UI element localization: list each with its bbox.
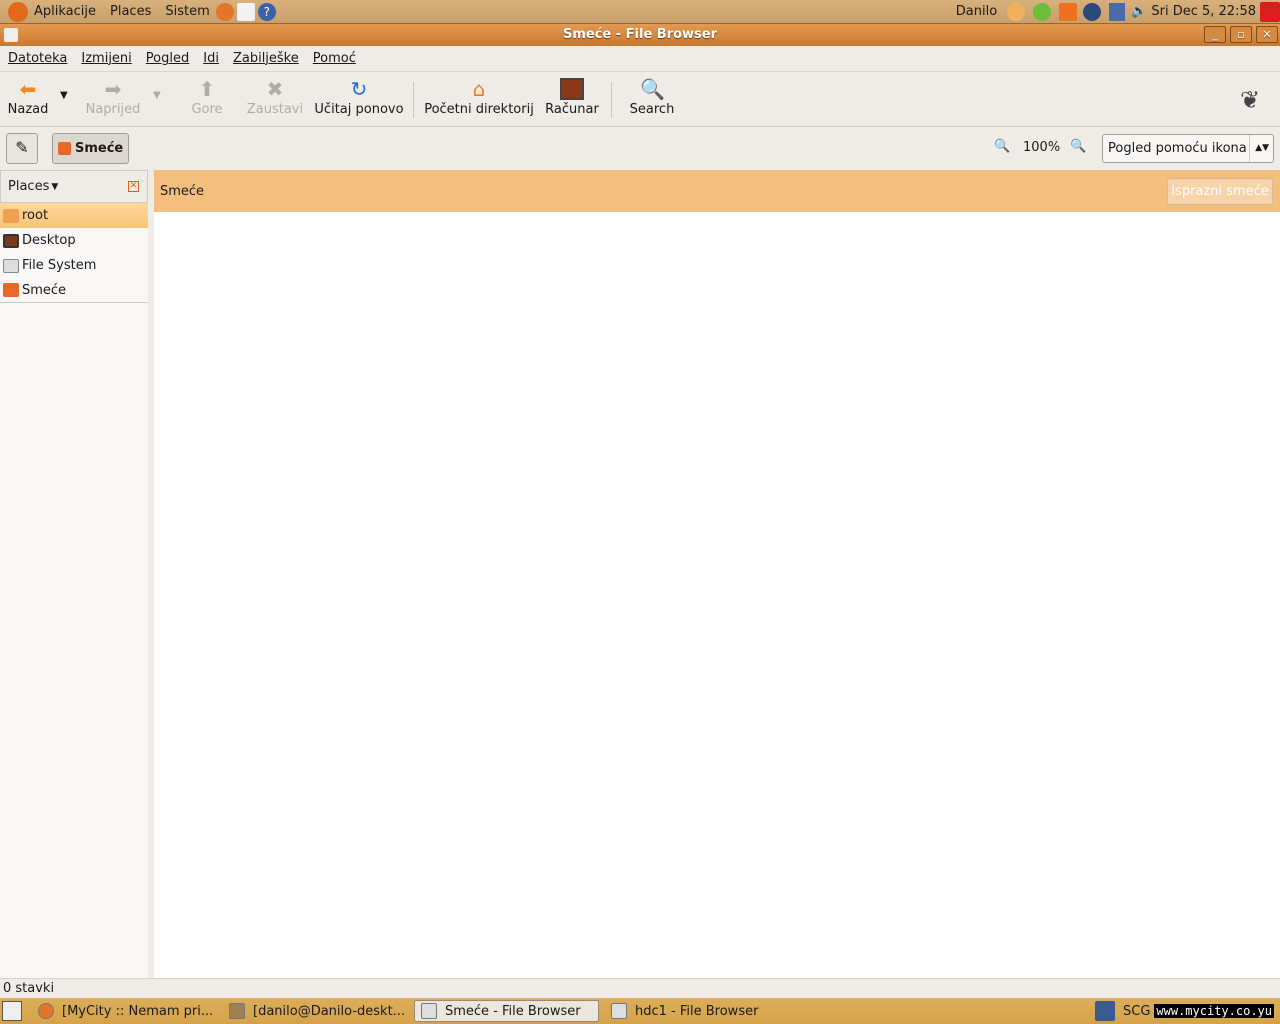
- home-folder-icon: ⌂: [472, 77, 486, 101]
- home-folder-icon: [3, 208, 19, 223]
- sidebar-type-dropdown[interactable]: Places: [8, 179, 49, 194]
- taskbar-item-active[interactable]: Smeće - File Browser: [414, 1000, 599, 1022]
- window-title: Smeće - File Browser: [562, 27, 718, 42]
- close-sidebar-icon[interactable]: ✕: [128, 181, 139, 192]
- menu-pomoc[interactable]: Pomoć: [313, 51, 356, 66]
- trash-info-bar: Smeće Isprazni smeće: [154, 170, 1280, 212]
- minimize-button[interactable]: _: [1204, 26, 1226, 43]
- up-arrow-icon: ⬆: [198, 77, 216, 101]
- accessibility-icon[interactable]: [1095, 1001, 1115, 1021]
- network-icon[interactable]: [1007, 2, 1026, 21]
- top-panel: Aplikacije Places Sistem ? Danilo 🔈 Sri …: [0, 0, 1280, 24]
- update-notifier-icon[interactable]: [1059, 2, 1078, 21]
- reload-button[interactable]: ↻ Učitaj ponovo: [313, 78, 405, 117]
- select-arrows-icon: ▲▼: [1249, 135, 1269, 162]
- close-button[interactable]: ✕: [1256, 26, 1278, 43]
- forward-button[interactable]: ➡ Naprijed: [84, 78, 142, 117]
- back-history-dropdown[interactable]: ▼: [60, 90, 68, 101]
- mail-icon[interactable]: [236, 2, 255, 21]
- info-title: Smeće: [160, 183, 205, 199]
- toggle-location-entry-button[interactable]: ✎: [6, 133, 38, 164]
- zoom-in-icon[interactable]: 🔍: [1070, 139, 1086, 154]
- maximize-button[interactable]: ▫: [1230, 26, 1252, 43]
- search-icon: 🔍: [640, 77, 665, 101]
- stop-icon: ✖: [266, 77, 284, 101]
- menu-idi[interactable]: Idi: [203, 51, 219, 66]
- firefox-icon: [38, 1003, 54, 1019]
- up-button[interactable]: ⬆ Gore: [188, 78, 226, 117]
- sidebar-item-desktop[interactable]: Desktop: [0, 228, 148, 253]
- watermark: www.mycity.co.yu: [1154, 1004, 1274, 1018]
- file-browser-icon: [611, 1003, 627, 1019]
- computer-icon: [560, 78, 584, 100]
- terminal-icon: [229, 1003, 245, 1019]
- forward-arrow-icon: ➡: [104, 77, 122, 101]
- sidebar-item-smece[interactable]: Smeće: [0, 278, 148, 303]
- menu-datoteka[interactable]: Datoteka: [8, 51, 67, 66]
- signal-icon[interactable]: [1109, 2, 1126, 21]
- clock[interactable]: Sri Dec 5, 22:58: [1151, 4, 1256, 19]
- taskbar-item[interactable]: hdc1 - File Browser: [605, 1000, 790, 1022]
- sidebar-header: Places ▼ ✕: [0, 170, 148, 203]
- trash-icon: [3, 283, 19, 297]
- view-mode-select[interactable]: Pogled pomoću ikona ▲▼: [1102, 134, 1274, 163]
- trash-icon: [58, 142, 71, 155]
- bluetooth-icon[interactable]: [1083, 2, 1102, 21]
- show-desktop-icon[interactable]: [2, 1001, 22, 1021]
- sidebar: Places ▼ ✕ root Desktop File System Smeće: [0, 170, 148, 978]
- power-icon[interactable]: [1260, 1, 1280, 22]
- back-button[interactable]: ⬅ Nazad: [6, 78, 50, 117]
- computer-button[interactable]: Računar: [544, 78, 600, 117]
- reload-icon: ↻: [350, 77, 368, 101]
- stop-button[interactable]: ✖ Zaustavi: [245, 78, 305, 117]
- menu-zabiljeske[interactable]: Zabilješke: [233, 51, 299, 66]
- file-browser-icon: [421, 1003, 437, 1019]
- edit-icon: ✎: [15, 138, 29, 157]
- drive-icon: [3, 258, 19, 273]
- firefox-icon[interactable]: [215, 2, 234, 21]
- menu-aplikacije[interactable]: Aplikacije: [34, 4, 96, 19]
- file-view[interactable]: Smeće Isprazni smeće: [154, 170, 1280, 978]
- search-button[interactable]: 🔍 Search: [626, 78, 678, 117]
- menu-places[interactable]: Places: [110, 4, 151, 19]
- menu-pogled[interactable]: Pogled: [146, 51, 189, 66]
- ubuntu-logo-icon[interactable]: [8, 1, 28, 22]
- sidebar-item-root[interactable]: root: [0, 203, 148, 228]
- forward-history-dropdown[interactable]: ▼: [153, 90, 161, 101]
- sidebar-item-file-system[interactable]: File System: [0, 253, 148, 278]
- gnome-foot-icon: ❦: [1240, 86, 1261, 114]
- chat-status-icon[interactable]: [1033, 2, 1052, 21]
- desktop-icon: [3, 233, 19, 248]
- menu-izmijeni[interactable]: Izmijeni: [81, 51, 131, 66]
- window-titlebar[interactable]: Smeće - File Browser _ ▫ ✕: [0, 24, 1280, 46]
- user-name[interactable]: Danilo: [956, 4, 997, 19]
- toolbar: ⬅ Nazad ▼ ➡ Naprijed ▼ ⬆ Gore ✖ Zaustavi ↻ Uč…: [0, 72, 1280, 127]
- taskbar-item[interactable]: [MyCity :: Nemam pri...: [32, 1000, 217, 1022]
- volume-icon[interactable]: 🔈: [1131, 4, 1147, 19]
- keyboard-layout[interactable]: SCG: [1123, 1004, 1150, 1019]
- zoom-out-icon[interactable]: 🔍: [994, 139, 1010, 154]
- menu-sistem[interactable]: Sistem: [165, 4, 209, 19]
- window-menu-icon[interactable]: [4, 28, 18, 42]
- status-bar: 0 stavki: [0, 978, 1280, 998]
- help-icon[interactable]: ?: [257, 2, 276, 21]
- home-button[interactable]: ⌂ Početni direktorij: [424, 78, 534, 117]
- back-arrow-icon: ⬅: [19, 77, 37, 101]
- bottom-panel: [MyCity :: Nemam pri... [danilo@Danilo-d…: [0, 998, 1280, 1024]
- path-button-smece[interactable]: Smeće: [52, 133, 129, 164]
- chevron-down-icon[interactable]: ▼: [51, 182, 58, 192]
- empty-trash-button[interactable]: Isprazni smeće: [1167, 178, 1273, 205]
- menubar: Datoteka Izmijeni Pogled Idi Zabilješke …: [0, 46, 1280, 72]
- taskbar-item[interactable]: [danilo@Danilo-deskt...: [223, 1000, 408, 1022]
- location-bar: ✎ Smeće 🔍 100% 🔍 Pogled pomoću ikona ▲▼: [0, 127, 1280, 170]
- zoom-level[interactable]: 100%: [1023, 140, 1060, 155]
